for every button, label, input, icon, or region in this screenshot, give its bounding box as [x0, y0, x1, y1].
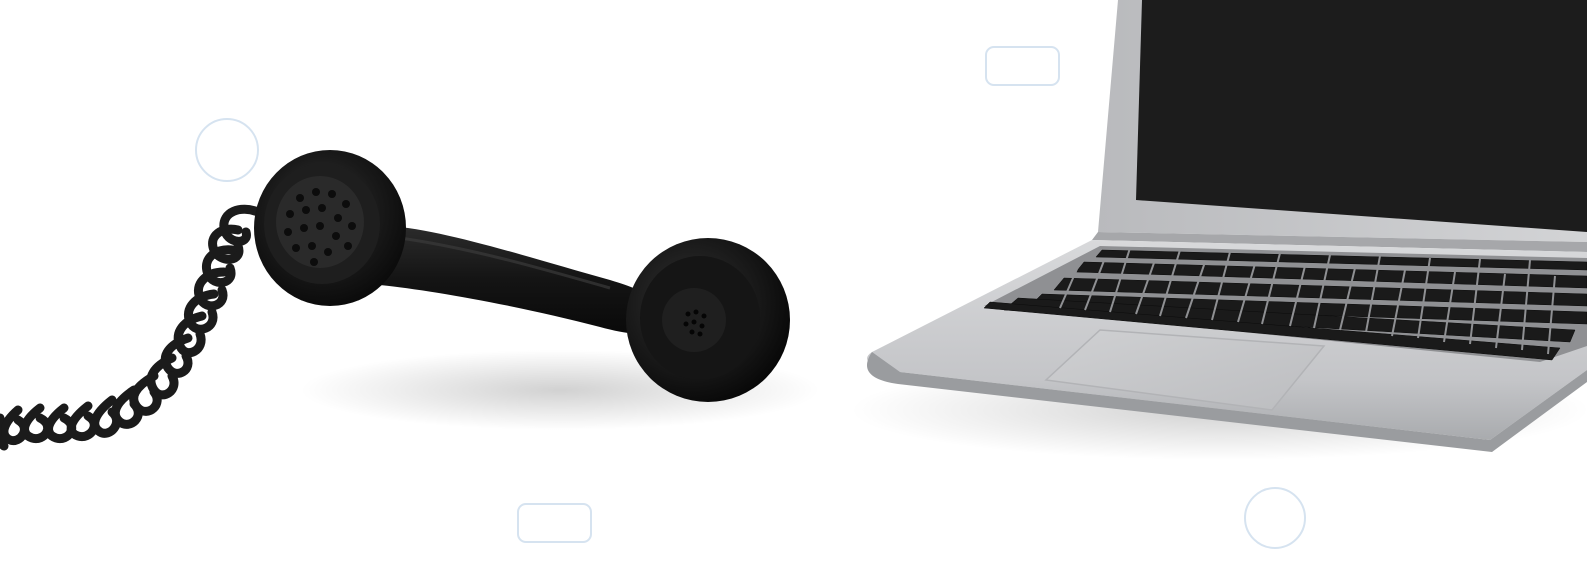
scene-illustration: [0, 0, 1587, 460]
coiled-phone-cord: [0, 204, 263, 451]
laptop-screen: [1136, 0, 1587, 232]
photo-canvas: [0, 0, 1587, 562]
telephone-handset: [0, 150, 820, 451]
laptop: [850, 0, 1587, 460]
